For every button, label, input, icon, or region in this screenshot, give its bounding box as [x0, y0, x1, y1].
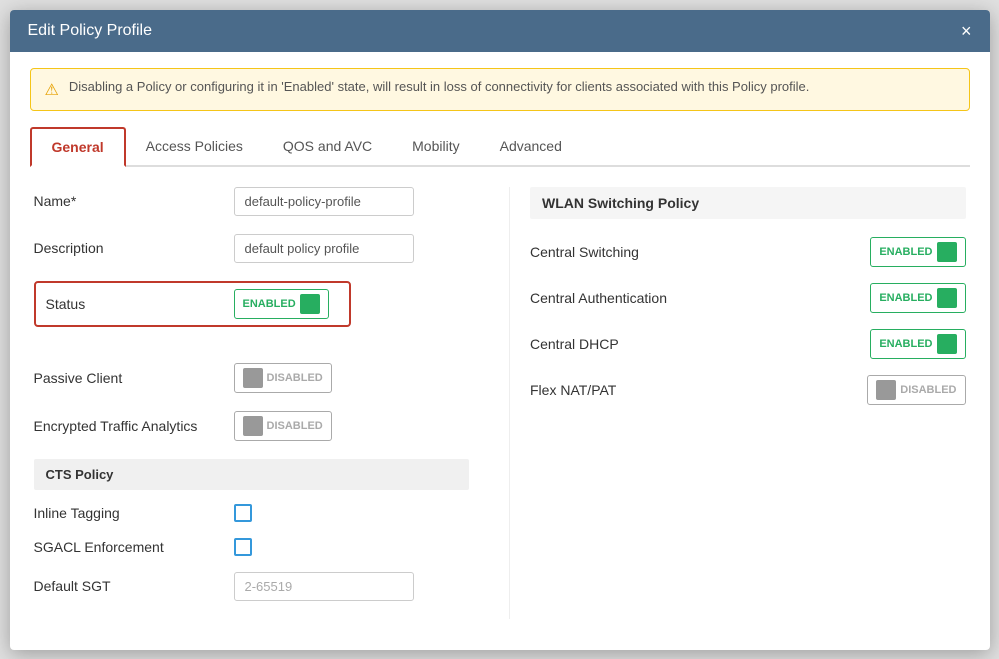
sgacl-enforcement-row: SGACL Enforcement [34, 538, 470, 556]
description-row: Description [34, 234, 470, 263]
status-label: Status [46, 296, 234, 312]
passive-client-label: Passive Client [34, 370, 234, 386]
flex-nat-label: Flex NAT/PAT [530, 382, 867, 398]
tab-bar: General Access Policies QOS and AVC Mobi… [30, 127, 970, 167]
flex-nat-toggle[interactable]: DISABLED [867, 375, 965, 405]
status-toggle-indicator [300, 294, 320, 314]
central-switching-toggle[interactable]: ENABLED [870, 237, 965, 267]
passive-client-toggle[interactable]: DISABLED [234, 363, 332, 393]
status-toggle[interactable]: ENABLED [234, 289, 329, 319]
central-dhcp-toggle[interactable]: ENABLED [870, 329, 965, 359]
central-auth-toggle[interactable]: ENABLED [870, 283, 965, 313]
passive-client-row: Passive Client DISABLED [34, 363, 470, 393]
name-label: Name* [34, 193, 234, 209]
flex-nat-row: Flex NAT/PAT DISABLED [530, 375, 966, 405]
central-dhcp-indicator [937, 334, 957, 354]
default-sgt-row: Default SGT [34, 572, 470, 601]
central-auth-badge-text: ENABLED [879, 292, 932, 304]
flex-nat-indicator [876, 380, 896, 400]
tab-mobility[interactable]: Mobility [392, 127, 479, 165]
left-panel: Name* Description Status ENABLED Passive… [34, 187, 510, 619]
inline-tagging-checkbox[interactable] [234, 504, 252, 522]
sgacl-enforcement-checkbox[interactable] [234, 538, 252, 556]
central-auth-label: Central Authentication [530, 290, 870, 306]
encrypted-traffic-indicator [243, 416, 263, 436]
central-switching-label: Central Switching [530, 244, 870, 260]
encrypted-traffic-row: Encrypted Traffic Analytics DISABLED [34, 411, 470, 441]
warning-icon: ⚠ [45, 80, 59, 100]
central-auth-row: Central Authentication ENABLED [530, 283, 966, 313]
central-switching-indicator [937, 242, 957, 262]
flex-nat-badge-text: DISABLED [900, 384, 956, 396]
inline-tagging-row: Inline Tagging [34, 504, 470, 522]
central-dhcp-badge-text: ENABLED [879, 338, 932, 350]
name-row: Name* [34, 187, 470, 216]
status-badge-text: ENABLED [243, 298, 296, 310]
tab-access-policies[interactable]: Access Policies [126, 127, 263, 165]
default-sgt-label: Default SGT [34, 578, 234, 594]
description-input[interactable] [234, 234, 414, 263]
modal-header: Edit Policy Profile × [10, 10, 990, 52]
alert-message: Disabling a Policy or configuring it in … [69, 79, 810, 94]
central-switching-row: Central Switching ENABLED [530, 237, 966, 267]
passive-client-indicator [243, 368, 263, 388]
close-button[interactable]: × [961, 22, 972, 40]
central-auth-indicator [937, 288, 957, 308]
tab-advanced[interactable]: Advanced [480, 127, 582, 165]
encrypted-traffic-label: Encrypted Traffic Analytics [34, 418, 234, 434]
right-panel: WLAN Switching Policy Central Switching … [509, 187, 966, 619]
main-content: Name* Description Status ENABLED Passive… [10, 167, 990, 639]
central-dhcp-row: Central DHCP ENABLED [530, 329, 966, 359]
sgacl-enforcement-label: SGACL Enforcement [34, 539, 234, 555]
passive-client-badge-text: DISABLED [267, 372, 323, 384]
status-row: Status ENABLED [34, 281, 351, 327]
name-input[interactable] [234, 187, 414, 216]
alert-banner: ⚠ Disabling a Policy or configuring it i… [30, 68, 970, 111]
cts-policy-section-header: CTS Policy [34, 459, 470, 490]
wlan-switching-title: WLAN Switching Policy [530, 187, 966, 219]
tab-qos-avc[interactable]: QOS and AVC [263, 127, 392, 165]
default-sgt-input[interactable] [234, 572, 414, 601]
encrypted-traffic-toggle[interactable]: DISABLED [234, 411, 332, 441]
inline-tagging-label: Inline Tagging [34, 505, 234, 521]
central-dhcp-label: Central DHCP [530, 336, 870, 352]
description-label: Description [34, 240, 234, 256]
tab-general[interactable]: General [30, 127, 126, 167]
encrypted-traffic-badge-text: DISABLED [267, 420, 323, 432]
modal-title: Edit Policy Profile [28, 22, 153, 40]
modal-container: Edit Policy Profile × ⚠ Disabling a Poli… [10, 10, 990, 650]
central-switching-badge-text: ENABLED [879, 246, 932, 258]
